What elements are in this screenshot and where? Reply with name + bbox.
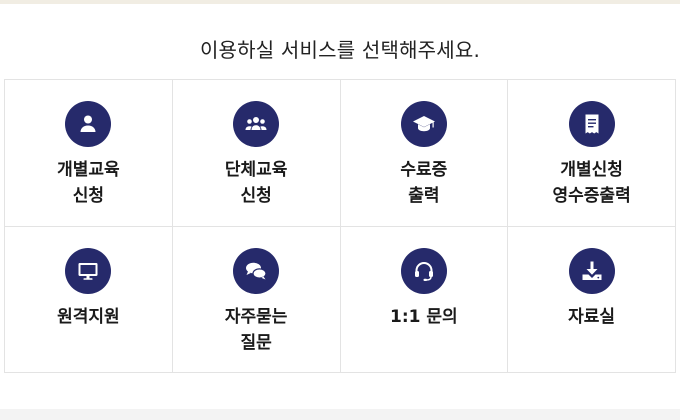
receipt-icon <box>568 101 615 147</box>
service-label: 단체교육 신청 <box>224 160 288 206</box>
download-icon <box>568 247 615 294</box>
service-group-training[interactable]: 단체교육 신청 <box>172 80 341 227</box>
service-receipt-print[interactable]: 개별신청 영수증출력 <box>508 80 676 227</box>
bottom-band <box>0 409 680 420</box>
service-faq[interactable]: 자주묻는 질문 <box>172 226 341 373</box>
service-grid: 개별교육 신청 단체교육 신청 수료증 출력 개별신청 영수증출력 원격지원 자… <box>4 79 676 373</box>
service-remote-support[interactable]: 원격지원 <box>5 226 173 373</box>
service-label: 자료실 <box>568 306 616 327</box>
page-heading: 이용하실 서비스를 선택해주세요. <box>199 38 481 62</box>
headset-icon <box>400 247 447 294</box>
chat-bubbles-icon <box>233 247 280 294</box>
top-band <box>0 0 680 4</box>
monitor-icon <box>65 247 112 294</box>
service-label: 1:1 문의 <box>390 306 458 327</box>
person-icon <box>65 101 112 147</box>
graduation-cap-icon <box>400 101 447 147</box>
service-label: 수료증 출력 <box>400 160 448 206</box>
service-label: 원격지원 <box>57 306 120 327</box>
service-one-on-one-inquiry[interactable]: 1:1 문의 <box>340 226 509 373</box>
service-label: 자주묻는 질문 <box>224 306 288 353</box>
service-label: 개별교육 신청 <box>57 160 120 206</box>
group-icon <box>233 101 280 147</box>
service-certificate-print[interactable]: 수료증 출력 <box>340 80 509 227</box>
service-individual-training[interactable]: 개별교육 신청 <box>5 80 173 227</box>
service-resources[interactable]: 자료실 <box>508 226 676 373</box>
service-label: 개별신청 영수증출력 <box>552 160 631 206</box>
